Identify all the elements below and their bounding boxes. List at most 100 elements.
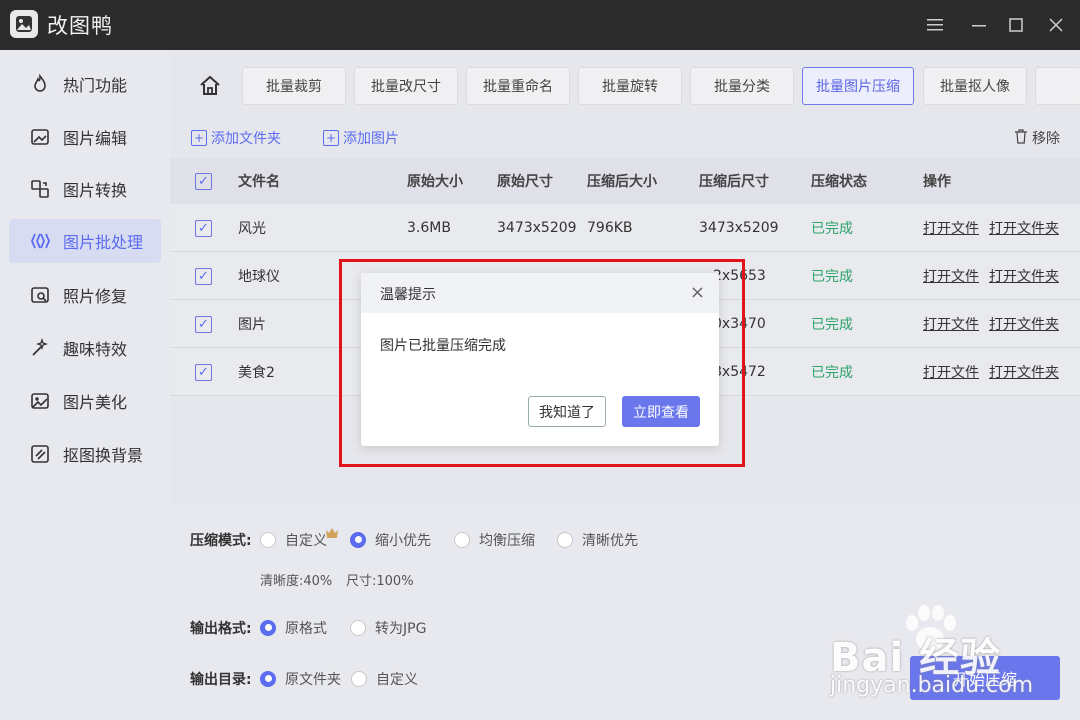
- close-icon[interactable]: [1043, 12, 1069, 38]
- radio-icon: [557, 532, 573, 548]
- tab-batch-resize[interactable]: 批量改尺寸: [354, 67, 458, 105]
- option-label: 均衡压缩: [479, 533, 535, 549]
- dialog-message: 图片已批量压缩完成: [380, 338, 506, 354]
- sidebar-item-effects[interactable]: 趣味特效: [9, 326, 161, 370]
- sidebar-item-batch[interactable]: 图片批处理: [9, 219, 161, 263]
- open-folder-link[interactable]: 打开文件夹: [989, 348, 1059, 395]
- convert-icon: [29, 178, 51, 200]
- home-icon[interactable]: [198, 74, 222, 98]
- open-file-link[interactable]: 打开文件: [923, 300, 979, 347]
- radio-icon: [350, 620, 366, 636]
- add-folder-button[interactable]: + 添加文件夹: [191, 128, 281, 148]
- watermark-sub: jingyan.baidu.com: [830, 673, 1034, 698]
- mode-option-balanced[interactable]: 均衡压缩: [454, 530, 535, 550]
- header-name: 文件名: [238, 174, 280, 190]
- sidebar-item-label: 图片编辑: [63, 129, 128, 148]
- status-text: 已完成: [811, 220, 853, 237]
- table-header: ✓ 文件名 原始大小 原始尺寸 压缩后大小 压缩后尺寸 压缩状态 操作: [170, 158, 1080, 204]
- got-it-button[interactable]: 我知道了: [528, 396, 606, 427]
- remove-button[interactable]: 移除: [1014, 128, 1060, 148]
- dir-option-original[interactable]: 原文件夹: [260, 669, 341, 689]
- cutout-icon: [29, 443, 51, 465]
- dir-option-custom[interactable]: 自定义: [351, 669, 418, 689]
- sidebar: 热门功能 图片编辑 图片转换 图片批处理 照片修复 趣味特效 图片美化 抠图换背…: [0, 50, 170, 720]
- radio-icon: [454, 532, 470, 548]
- output-dir-label: 输出目录:: [190, 672, 252, 688]
- open-file-link[interactable]: 打开文件: [923, 252, 979, 299]
- add-folder-icon: +: [191, 130, 207, 146]
- menu-icon[interactable]: [922, 12, 948, 38]
- radio-icon: [260, 532, 276, 548]
- sidebar-item-image-convert[interactable]: 图片转换: [9, 167, 161, 211]
- size-info: 尺寸:100%: [346, 574, 414, 589]
- open-file-link[interactable]: 打开文件: [923, 348, 979, 395]
- radio-checked-icon: [350, 532, 366, 548]
- row-checkbox[interactable]: ✓: [195, 363, 212, 381]
- view-now-button[interactable]: 立即查看: [622, 396, 700, 427]
- add-image-button[interactable]: + 添加图片: [323, 128, 399, 148]
- mode-option-shrink[interactable]: 缩小优先: [350, 530, 431, 550]
- row-checkbox[interactable]: ✓: [195, 219, 212, 237]
- sidebar-item-image-edit[interactable]: 图片编辑: [9, 115, 161, 159]
- option-label: 缩小优先: [375, 533, 431, 549]
- tab-batch-rename[interactable]: 批量重命名: [466, 67, 570, 105]
- minimize-icon[interactable]: [967, 12, 993, 38]
- mode-option-clarity[interactable]: 清晰优先: [557, 530, 638, 550]
- open-folder-link[interactable]: 打开文件夹: [989, 300, 1059, 347]
- app-title: 改图鸭: [47, 14, 113, 38]
- row-checkbox[interactable]: ✓: [195, 315, 212, 333]
- trash-icon: [1014, 128, 1028, 148]
- option-label: 自定义: [376, 672, 418, 688]
- tab-batch-portrait[interactable]: 批量抠人像: [923, 67, 1027, 105]
- tab-batch-rotate[interactable]: 批量旋转: [578, 67, 682, 105]
- mode-option-custom[interactable]: 自定义: [260, 528, 339, 550]
- tab-overflow[interactable]: [1035, 67, 1080, 105]
- tab-batch-crop[interactable]: 批量裁剪: [242, 67, 346, 105]
- image-beautify-icon: [29, 390, 51, 412]
- open-folder-link[interactable]: 打开文件夹: [989, 204, 1059, 251]
- dialog-close-icon[interactable]: ×: [690, 282, 705, 303]
- sidebar-item-label: 图片美化: [63, 393, 128, 412]
- sidebar-item-photo-repair[interactable]: 照片修复: [9, 273, 161, 317]
- option-label: 转为JPG: [375, 621, 427, 637]
- header-comp-dim: 压缩后尺寸: [699, 174, 769, 190]
- row-checkbox[interactable]: ✓: [195, 267, 212, 285]
- file-name: 图片: [238, 316, 266, 333]
- file-name: 风光: [238, 220, 266, 237]
- orig-dim: 3473x5209: [497, 219, 577, 236]
- open-folder-link[interactable]: 打开文件夹: [989, 252, 1059, 299]
- add-folder-label: 添加文件夹: [211, 131, 281, 147]
- select-all-checkbox[interactable]: ✓: [195, 173, 212, 190]
- format-option-jpg[interactable]: 转为JPG: [350, 618, 426, 638]
- option-label: 清晰优先: [582, 533, 638, 549]
- header-status: 压缩状态: [811, 174, 867, 190]
- sidebar-item-label: 热门功能: [63, 76, 128, 95]
- sidebar-item-label: 照片修复: [63, 287, 128, 306]
- magic-wand-icon: [29, 337, 51, 359]
- open-file-link[interactable]: 打开文件: [923, 204, 979, 251]
- comp-dim: 3473x5209: [699, 219, 779, 236]
- sidebar-item-hot[interactable]: 热门功能: [9, 62, 161, 106]
- status-text: 已完成: [811, 316, 853, 333]
- tab-batch-classify[interactable]: 批量分类: [690, 67, 794, 105]
- table-row: ✓ 风光 3.6MB 3473x5209 796KB 3473x5209 已完成…: [170, 204, 1080, 252]
- sidebar-item-beautify[interactable]: 图片美化: [9, 379, 161, 423]
- clarity-info: 清晰度:40%: [260, 574, 333, 589]
- header-comp-size: 压缩后大小: [587, 174, 657, 190]
- maximize-icon[interactable]: [1003, 12, 1029, 38]
- dialog-header: 温馨提示 ×: [361, 273, 719, 313]
- comp-size: 796KB: [587, 219, 633, 236]
- notice-dialog: 温馨提示 × 图片已批量压缩完成 我知道了 立即查看: [361, 273, 719, 446]
- file-name: 地球仪: [238, 268, 280, 285]
- batch-icon: [29, 230, 51, 252]
- header-action: 操作: [923, 174, 951, 190]
- tab-batch-compress[interactable]: 批量图片压缩: [802, 67, 914, 105]
- title-bar: 改图鸭: [0, 0, 1080, 50]
- output-format-label: 输出格式:: [190, 621, 252, 637]
- sidebar-item-label: 趣味特效: [63, 340, 128, 359]
- sidebar-item-cutout[interactable]: 抠图换背景: [9, 432, 161, 476]
- add-image-label: 添加图片: [343, 131, 399, 147]
- sidebar-item-label: 图片转换: [63, 181, 128, 200]
- app-logo-icon: [10, 10, 38, 38]
- format-option-original[interactable]: 原格式: [260, 618, 327, 638]
